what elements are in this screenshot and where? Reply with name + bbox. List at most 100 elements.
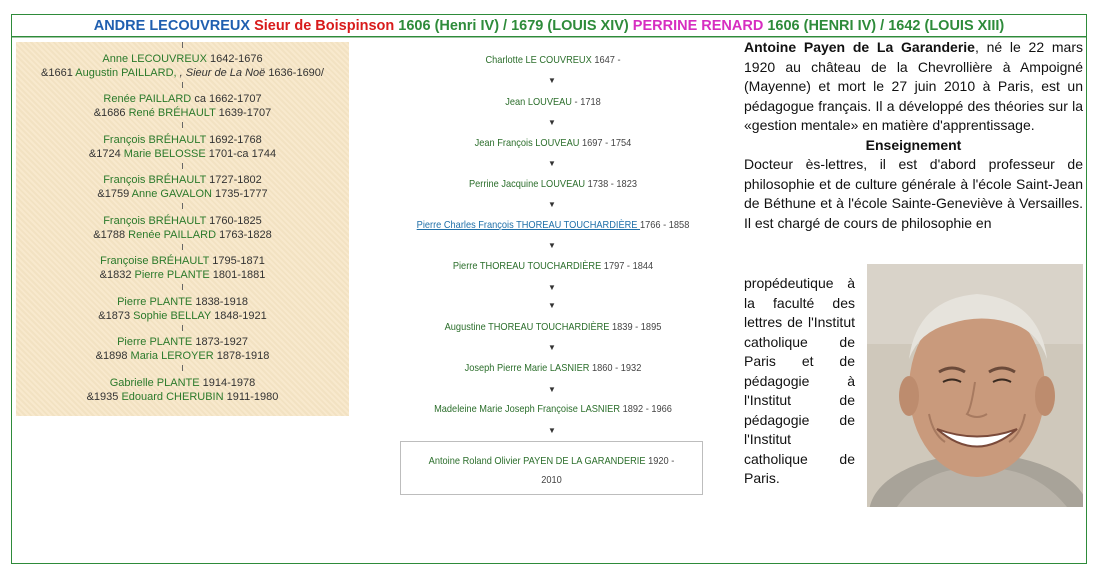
person-name[interactable]: Augustine THOREAU TOUCHARDIÈRE [445, 321, 610, 333]
person-dates: 1920 - [648, 455, 675, 467]
portrait-photo [867, 264, 1083, 507]
bio-name: Antoine Payen de La Garanderie [744, 39, 975, 55]
spouse-name[interactable]: René BRÉHAULT [129, 107, 216, 119]
title-perrine-dates: 1606 (HENRI IV) / 1642 (LOUIS XIII) [767, 18, 1005, 34]
arrow-down-icon: ▼ [548, 159, 556, 168]
person-dates: 1838-1918 [195, 296, 248, 308]
person-dates: ca 1662-1707 [194, 93, 262, 105]
arrow-down-icon: ▼ [548, 76, 556, 85]
marriage-year: &1788 [93, 229, 126, 241]
person-dates: 1892 - 1966 [622, 403, 672, 415]
person-name[interactable]: François BRÉHAULT [103, 215, 206, 227]
person-dates: 1738 - 1823 [587, 178, 637, 190]
arrow-down-icon: ▼ [548, 241, 556, 250]
connector-line [182, 82, 183, 88]
person-name[interactable]: Perrine Jacquine LOUVEAU [469, 178, 585, 190]
spouse-name[interactable]: Edouard CHERUBIN [121, 391, 223, 403]
section-heading: Enseignement [865, 136, 962, 153]
connector-line [182, 42, 183, 48]
person-dates: 1914-1978 [202, 377, 256, 389]
person-dates: - 1718 [574, 96, 601, 108]
left-genealogy-panel: Anne LECOUVREUX 1642-1676 &1661 Augustin… [16, 42, 349, 416]
marriage-year: &1661 [41, 67, 73, 79]
arrow-down-icon: ▼ [548, 301, 556, 310]
person-dates: 1692-1768 [209, 134, 262, 146]
spouse-dates: 1636-1690/ [268, 67, 324, 79]
person-name[interactable]: Pierre PLANTE [117, 336, 192, 348]
left-entry-1: Anne LECOUVREUX 1642-1676 &1661 Augustin… [16, 52, 349, 80]
person-name[interactable]: François BRÉHAULT [103, 174, 206, 186]
person-name[interactable]: Charlotte LE COUVREUX [485, 54, 591, 66]
person-dates-end: 2010 [541, 474, 562, 486]
person-name[interactable]: Jean François LOUVEAU [475, 137, 580, 149]
connector-line [182, 203, 183, 209]
person-name[interactable]: Pierre PLANTE [117, 296, 192, 308]
page-title: ANDRE LECOUVREUX Sieur de Boispinson 160… [12, 15, 1086, 37]
person-name[interactable]: Pierre THOREAU TOUCHARDIÈRE [453, 260, 601, 272]
spouse-name[interactable]: Augustin PAILLARD, [75, 67, 176, 79]
person-dates: 1766 - 1858 [640, 219, 690, 231]
marriage-year: &1724 [88, 148, 121, 160]
person-name[interactable]: Gabrielle PLANTE [110, 377, 200, 389]
final-person-box: Antoine Roland Olivier PAYEN DE LA GARAN… [400, 441, 703, 495]
left-entry-7: Pierre PLANTE 1838-1918 &1873 Sophie BEL… [16, 295, 349, 323]
person-name[interactable]: Françoise BRÉHAULT [100, 255, 209, 267]
title-sieur: Sieur de Boispinson [254, 18, 399, 34]
spouse-dates: 1848-1921 [214, 310, 267, 322]
biography-text: Antoine Payen de La Garanderie, né le 22… [744, 38, 1083, 233]
person-name[interactable]: Madeleine Marie Joseph Françoise LASNIER [434, 403, 620, 415]
middle-entry-2: Jean LOUVEAU - 1718 [408, 95, 698, 109]
spouse-name[interactable]: Marie BELOSSE [124, 148, 206, 160]
person-dates: 1873-1927 [195, 336, 248, 348]
final-person-entry: Antoine Roland Olivier PAYEN DE LA GARAN… [419, 452, 684, 490]
spouse-name[interactable]: Pierre PLANTE [135, 269, 210, 281]
arrow-down-icon: ▼ [548, 385, 556, 394]
person-name[interactable]: Renée PAILLARD [103, 93, 191, 105]
left-entry-6: Françoise BRÉHAULT 1795-1871 &1832 Pierr… [16, 254, 349, 282]
left-entry-3: François BRÉHAULT 1692-1768 &1724 Marie … [16, 133, 349, 161]
spouse-dates: 1801-1881 [212, 269, 266, 281]
middle-entry-6: Pierre THOREAU TOUCHARDIÈRE 1797 - 1844 [408, 259, 698, 273]
title-perrine-renard: PERRINE RENARD [632, 18, 768, 34]
person-name[interactable]: François BRÉHAULT [103, 134, 206, 146]
person-dates: 1795-1871 [212, 255, 265, 267]
person-dates: 1839 - 1895 [612, 321, 662, 333]
person-dates: 1797 - 1844 [603, 260, 654, 272]
spouse-name[interactable]: Anne GAVALON [132, 188, 212, 200]
portrait-image [867, 264, 1083, 507]
left-entry-4: François BRÉHAULT 1727-1802 &1759 Anne G… [16, 173, 349, 201]
bio-paragraph-continued: propédeutique à la faculté des lettres d… [744, 275, 855, 486]
spouse-dates: 1911-1980 [226, 391, 279, 403]
bio-paragraph: Docteur ès-lettres, il est d'abord profe… [744, 156, 1083, 231]
marriage-year: &1832 [99, 269, 132, 281]
middle-entry-1: Charlotte LE COUVREUX 1647 - [408, 53, 698, 67]
title-andre-dates: 1606 (Henri IV) / 1679 (LOUIS XIV) [398, 18, 633, 34]
person-name[interactable]: Joseph Pierre Marie LASNIER [465, 362, 590, 374]
person-dates: 1760-1825 [209, 215, 262, 227]
spouse-name[interactable]: Maria LEROYER [131, 350, 214, 362]
arrow-down-icon: ▼ [548, 200, 556, 209]
person-name[interactable]: Anne LECOUVREUX [102, 53, 207, 65]
marriage-year: &1686 [93, 107, 126, 119]
person-name[interactable]: Jean LOUVEAU [505, 96, 572, 108]
connector-line [182, 365, 183, 371]
middle-entry-8: Joseph Pierre Marie LASNIER 1860 - 1932 [408, 361, 698, 375]
connector-line [182, 244, 183, 250]
middle-entry-3: Jean François LOUVEAU 1697 - 1754 [408, 136, 698, 150]
middle-entry-4: Perrine Jacquine LOUVEAU 1738 - 1823 [408, 177, 698, 191]
marriage-year: &1935 [86, 391, 119, 403]
person-name[interactable]: Antoine Roland Olivier PAYEN DE LA GARAN… [429, 455, 646, 467]
spouse-name[interactable]: Sophie BELLAY [133, 310, 211, 322]
spouse-name[interactable]: Renée PAILLARD [128, 229, 216, 241]
left-entry-9: Gabrielle PLANTE 1914-1978 &1935 Edouard… [16, 376, 349, 404]
person-dates: 1697 - 1754 [581, 137, 632, 149]
spouse-dates: 1639-1707 [218, 107, 272, 119]
middle-entry-7: Augustine THOREAU TOUCHARDIÈRE 1839 - 18… [408, 320, 698, 334]
left-entry-8: Pierre PLANTE 1873-1927 &1898 Maria LERO… [16, 335, 349, 363]
spouse-dates: 1735-1777 [215, 188, 268, 200]
person-link[interactable]: Pierre Charles François THOREAU TOUCHARD… [417, 219, 640, 231]
arrow-down-icon: ▼ [548, 118, 556, 127]
spouse-title: , Sieur de La Noë [176, 67, 266, 79]
middle-entry-9: Madeleine Marie Joseph Françoise LASNIER… [408, 402, 698, 416]
left-entry-5: François BRÉHAULT 1760-1825 &1788 Renée … [16, 214, 349, 242]
